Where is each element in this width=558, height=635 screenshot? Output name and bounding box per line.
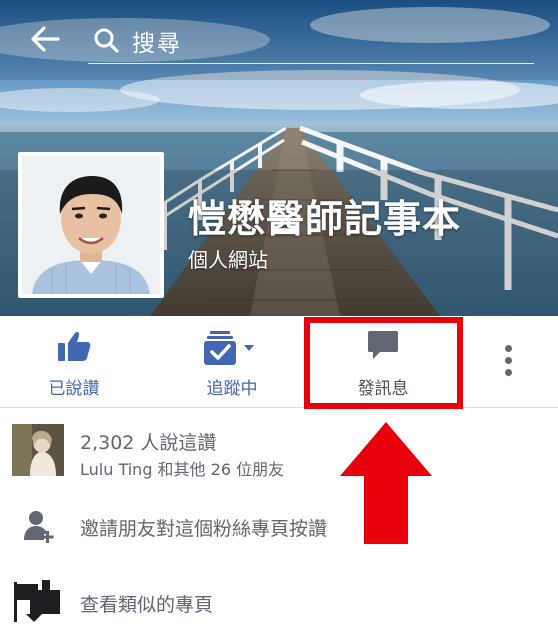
- similar-pages-row[interactable]: 查看類似的專頁: [0, 570, 558, 632]
- similar-pages-icon: [14, 580, 60, 622]
- like-button[interactable]: 已說讚: [18, 316, 130, 408]
- search-input[interactable]: 搜尋: [88, 20, 534, 64]
- chevron-down-icon: [244, 345, 254, 351]
- highlight-box: [304, 317, 463, 409]
- action-bar: 已說讚 追蹤中 發訊息: [0, 316, 558, 408]
- search-placeholder: 搜尋: [132, 31, 182, 57]
- vertical-dots-icon[interactable]: [496, 342, 520, 382]
- invite-friends-text: 邀請朋友對這個粉絲專頁按讚: [80, 518, 328, 540]
- likes-count: 2,302 人說這讚: [80, 432, 217, 454]
- following-icon: [204, 331, 254, 365]
- like-label: 已說讚: [48, 379, 100, 399]
- friend-avatar: [12, 424, 64, 476]
- page-title: 愷懋醫師記事本: [188, 197, 462, 241]
- similar-pages-text: 查看類似的專頁: [80, 594, 214, 616]
- profile-picture[interactable]: [18, 152, 164, 298]
- arrow-left-icon[interactable]: [28, 22, 62, 56]
- following-label: 追蹤中: [206, 379, 258, 399]
- search-icon: [94, 28, 119, 53]
- page-category[interactable]: 個人網站: [188, 244, 268, 273]
- arrow-up-icon: [340, 422, 432, 544]
- following-button[interactable]: 追蹤中: [176, 316, 288, 408]
- likes-friends: Lulu Ting 和其他 26 位朋友: [80, 460, 285, 479]
- top-bar: 搜尋: [0, 0, 558, 80]
- add-person-icon: [24, 511, 54, 543]
- likes-row[interactable]: 2,302 人說這讚 Lulu Ting 和其他 26 位朋友: [0, 410, 558, 492]
- thumbs-up-icon: [58, 332, 91, 361]
- invite-friends-row[interactable]: 邀請朋友對這個粉絲專頁按讚: [0, 496, 558, 562]
- cover-photo[interactable]: 搜尋 愷懋醫師記事本 個人網站: [0, 0, 558, 316]
